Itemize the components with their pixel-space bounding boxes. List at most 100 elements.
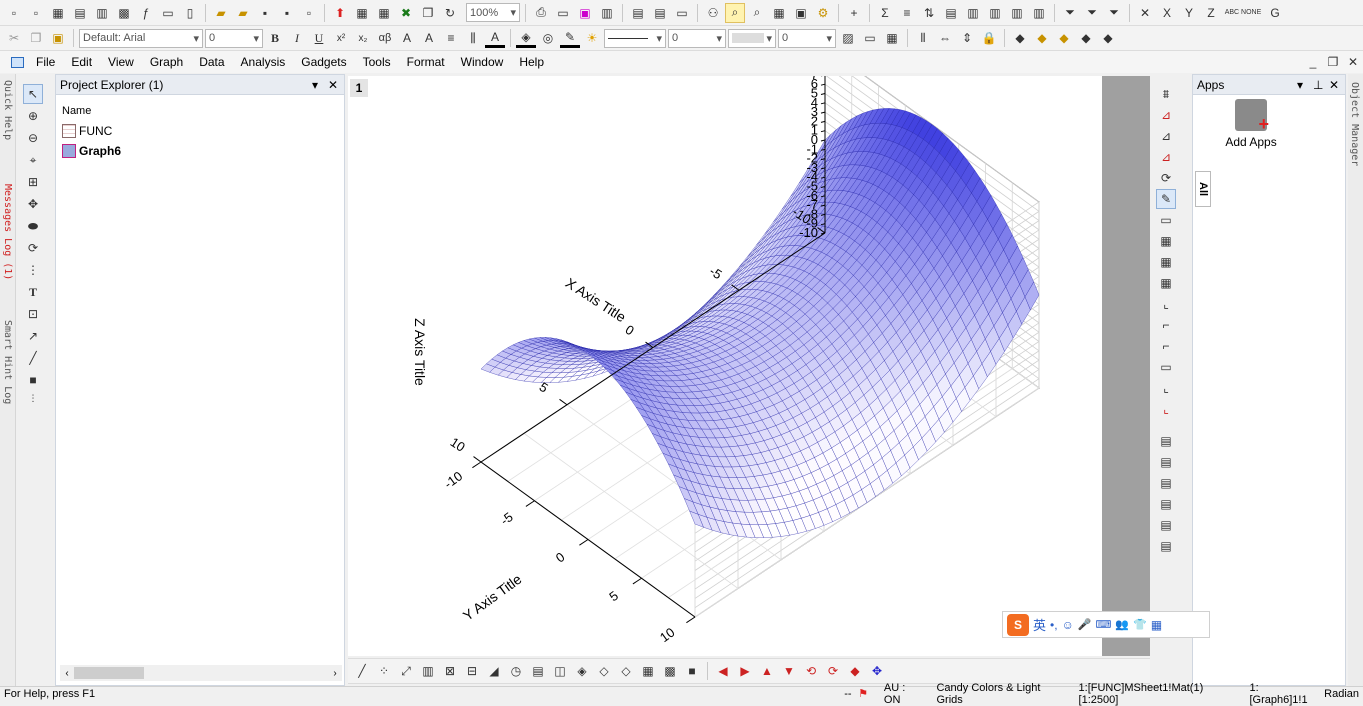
bold-button[interactable]: B bbox=[265, 28, 285, 48]
hatch-icon[interactable]: ▨ bbox=[838, 28, 858, 48]
scrollbar-thumb[interactable] bbox=[74, 667, 144, 679]
theme-icon[interactable]: ◆ bbox=[1054, 28, 1074, 48]
horizontal-scrollbar[interactable]: ‹ › bbox=[60, 665, 342, 681]
menu-graph[interactable]: Graph bbox=[142, 55, 191, 69]
set-y-icon[interactable]: Y bbox=[1179, 3, 1199, 23]
sort-columns-icon[interactable]: ⇅ bbox=[919, 3, 939, 23]
rectangle-tool-icon[interactable]: ■ bbox=[23, 370, 43, 390]
line-style-combo[interactable]: ▾ bbox=[604, 29, 666, 48]
new-folder-icon[interactable]: ▫ bbox=[26, 3, 46, 23]
cut-icon[interactable]: ✂ bbox=[4, 28, 24, 48]
data-reader-icon[interactable]: ⊞ bbox=[23, 172, 43, 192]
new-workbook-icon[interactable]: ▦ bbox=[48, 3, 68, 23]
ime-keyboard-icon[interactable]: ⌨ bbox=[1096, 618, 1112, 631]
new-excel-icon[interactable]: ▤ bbox=[70, 3, 90, 23]
close-icon[interactable]: ✕ bbox=[328, 78, 344, 92]
perspective-icon[interactable]: ◆ bbox=[845, 661, 865, 681]
pattern-combo[interactable]: ▾ bbox=[728, 29, 776, 48]
axis-yz-icon[interactable]: ⊿ bbox=[1156, 147, 1176, 167]
grid-plot-icon[interactable]: ▦ bbox=[638, 661, 658, 681]
paste-icon[interactable]: ▣ bbox=[48, 28, 68, 48]
menu-help[interactable]: Help bbox=[511, 55, 552, 69]
frame-3-icon[interactable]: ⌐ bbox=[1156, 336, 1176, 356]
menu-view[interactable]: View bbox=[100, 55, 142, 69]
import-excel-icon[interactable]: ✖ bbox=[396, 3, 416, 23]
add-apps-button[interactable]: + Add Apps bbox=[1221, 99, 1281, 149]
sort-icon[interactable]: ≡ bbox=[897, 3, 917, 23]
print-icon[interactable]: ⎙ bbox=[531, 3, 551, 23]
name-column-header[interactable]: Name bbox=[56, 95, 344, 117]
menu-gadgets[interactable]: Gadgets bbox=[293, 55, 354, 69]
wire-icon[interactable]: ◇ bbox=[616, 661, 636, 681]
abc-none-button[interactable]: ABC NONE bbox=[1223, 3, 1263, 23]
layer-2-icon[interactable]: ▤ bbox=[1156, 452, 1176, 472]
column-layout-icon[interactable]: ⫼ bbox=[463, 28, 483, 48]
region-icon[interactable]: ⊡ bbox=[23, 304, 43, 324]
mask-icon[interactable]: ⬬ bbox=[23, 216, 43, 236]
rotate-right-icon[interactable]: ▶ bbox=[735, 661, 755, 681]
scroll-left-icon[interactable]: ‹ bbox=[60, 668, 74, 679]
import-wizard-icon[interactable]: ⬆ bbox=[330, 3, 350, 23]
font-color-icon[interactable]: A bbox=[485, 28, 505, 48]
list-item[interactable]: Graph6 bbox=[56, 138, 344, 158]
font-size-combo[interactable]: 0 ▾ bbox=[205, 29, 263, 48]
refresh-icon[interactable]: ▭ bbox=[553, 3, 573, 23]
template-icon[interactable]: ◈ bbox=[572, 661, 592, 681]
fit-frame-icon[interactable]: ✥ bbox=[867, 661, 887, 681]
pointer-icon[interactable]: ↖ bbox=[23, 84, 43, 104]
statistics-icon[interactable]: ▥ bbox=[963, 3, 983, 23]
frame-1-icon[interactable]: ⌞ bbox=[1156, 294, 1176, 314]
duplicate-icon[interactable]: ❐ bbox=[418, 3, 438, 23]
save-project-icon[interactable]: ▪ bbox=[255, 3, 275, 23]
status-matrix[interactable]: 1:[FUNC]MSheet1!Mat(1)[1:2500] bbox=[1075, 682, 1246, 706]
decrease-font-icon[interactable]: A bbox=[419, 28, 439, 48]
layer-icon[interactable]: ▭ bbox=[672, 3, 692, 23]
menu-tools[interactable]: Tools bbox=[355, 55, 399, 69]
apps-tab-all[interactable]: All bbox=[1195, 171, 1211, 207]
zoom-tool-icon[interactable]: ⌕ bbox=[725, 3, 745, 23]
g-button[interactable]: G bbox=[1265, 3, 1285, 23]
points-icon[interactable]: ⋮ bbox=[23, 260, 43, 280]
fill-color-icon[interactable]: ◈ bbox=[516, 28, 536, 48]
rotate-icon[interactable]: ⟳ bbox=[23, 238, 43, 258]
format-copy-icon[interactable]: ◆ bbox=[1098, 28, 1118, 48]
ime-language-toggle[interactable]: 英 bbox=[1033, 615, 1046, 634]
menu-file[interactable]: File bbox=[28, 55, 63, 69]
pattern-icon[interactable]: ◎ bbox=[538, 28, 558, 48]
tab-quick-help[interactable]: Quick Help bbox=[2, 80, 13, 140]
bar-stats-icon[interactable]: ▥ bbox=[1007, 3, 1027, 23]
greek-button[interactable]: αβ bbox=[375, 28, 395, 48]
brightness-icon[interactable]: ☀ bbox=[582, 28, 602, 48]
chevron-down-icon[interactable]: ▾ bbox=[312, 78, 328, 92]
open-template-icon[interactable]: ▰ bbox=[233, 3, 253, 23]
organizer-icon[interactable]: ◆ bbox=[1076, 28, 1096, 48]
screen-reader-icon[interactable]: ✥ bbox=[23, 194, 43, 214]
clear-filter-icon[interactable]: ⏷ bbox=[1082, 3, 1102, 23]
solid-icon[interactable]: ■ bbox=[682, 661, 702, 681]
more-tools-icon[interactable]: ⋮ bbox=[23, 392, 43, 404]
close-icon[interactable]: ✕ bbox=[1343, 52, 1363, 72]
layer-5-icon[interactable]: ▤ bbox=[1156, 515, 1176, 535]
sum-icon[interactable]: Σ bbox=[875, 3, 895, 23]
add-column-icon[interactable]: + bbox=[844, 3, 864, 23]
project-tree-icon[interactable]: ⚇ bbox=[703, 3, 723, 23]
layout-4-icon[interactable]: ▦ bbox=[1156, 273, 1176, 293]
new-layout-icon[interactable]: ▭ bbox=[158, 3, 178, 23]
rescale-icon[interactable]: ⟳ bbox=[1156, 168, 1176, 188]
minimize-icon[interactable]: _ bbox=[1303, 52, 1323, 72]
color-icon[interactable]: ▣ bbox=[575, 3, 595, 23]
new-function-icon[interactable]: ƒ bbox=[136, 3, 156, 23]
save-window-icon[interactable]: ▪ bbox=[277, 3, 297, 23]
zoom-in-icon[interactable]: ⊕ bbox=[23, 106, 43, 126]
import-ascii-icon[interactable]: ▦ bbox=[352, 3, 372, 23]
menu-analysis[interactable]: Analysis bbox=[233, 55, 294, 69]
new-project-icon[interactable]: ▫ bbox=[4, 3, 24, 23]
stairs-icon[interactable]: ⩩ bbox=[1156, 84, 1176, 104]
layout-2-icon[interactable]: ▦ bbox=[1156, 231, 1176, 251]
underline-button[interactable]: U bbox=[309, 28, 329, 48]
contour-plot-icon[interactable]: ▤ bbox=[528, 661, 548, 681]
new-matrix-icon[interactable]: ▩ bbox=[114, 3, 134, 23]
arrow-tool-icon[interactable]: ↗ bbox=[23, 326, 43, 346]
ime-users-icon[interactable]: 👥 bbox=[1115, 618, 1129, 631]
align-icon[interactable]: ≡ bbox=[441, 28, 461, 48]
